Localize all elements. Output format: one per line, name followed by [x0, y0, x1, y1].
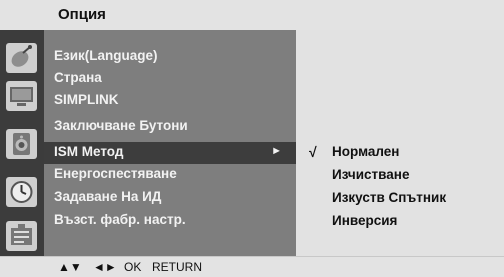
tv-osd-menu: Опция Език(Language) Страна SIMPLINK Зак…	[0, 0, 504, 277]
menu-item-label: Заключване Бутони	[54, 118, 188, 133]
ism-submenu: √ Нормален Изчистване Изкуств Спътник Ин…	[296, 30, 504, 256]
menu-item-ism-method[interactable]: ISM Метод ►	[44, 142, 296, 164]
menu-item-label: Възст. фабр. настр.	[54, 212, 186, 227]
leftright-arrows-icon: ◄►	[93, 260, 117, 274]
menu-item-label: Език(Language)	[54, 48, 158, 63]
option-label: Изчистване	[332, 167, 410, 182]
option-artificial-satellite[interactable]: Изкуств Спътник	[296, 188, 504, 210]
option-menu-list: Език(Language) Страна SIMPLINK Заключван…	[44, 30, 296, 256]
option-clearing[interactable]: Изчистване	[296, 165, 504, 187]
menu-item-label: SIMPLINK	[54, 92, 119, 107]
title-bar: Опция	[0, 0, 504, 31]
monitor-icon[interactable]	[5, 80, 38, 112]
category-icon-column	[0, 30, 44, 256]
option-label: Нормален	[332, 144, 400, 159]
option-normal[interactable]: √ Нормален	[296, 142, 504, 164]
menu-item-label: Задаване На ИД	[54, 189, 162, 204]
check-mark-icon: √	[309, 144, 317, 160]
return-hint: RETURN	[152, 260, 202, 274]
menu-item-label: ISM Метод	[54, 144, 124, 159]
menu-item-country[interactable]: Страна	[44, 68, 296, 90]
navigation-hint-bar: ▲▼ ◄► OK RETURN	[0, 256, 504, 277]
satellite-dish-icon[interactable]	[5, 42, 38, 74]
speaker-icon[interactable]	[5, 128, 38, 160]
menu-item-language[interactable]: Език(Language)	[44, 46, 296, 68]
menu-title: Опция	[58, 6, 106, 23]
updown-arrows-icon: ▲▼	[58, 260, 82, 274]
ok-hint: OK	[124, 260, 142, 274]
menu-item-simplink[interactable]: SIMPLINK	[44, 90, 296, 112]
option-icon[interactable]	[5, 220, 38, 252]
menu-item-label: Енергоспестяване	[54, 166, 177, 181]
option-inversion[interactable]: Инверсия	[296, 211, 504, 233]
menu-item-label: Страна	[54, 70, 102, 85]
option-label: Изкуств Спътник	[332, 190, 447, 205]
submenu-arrow-icon: ►	[271, 145, 282, 157]
option-label: Инверсия	[332, 213, 398, 228]
menu-item-set-id[interactable]: Задаване На ИД	[44, 187, 296, 209]
menu-item-power-saving[interactable]: Енергоспестяване	[44, 164, 296, 186]
menu-item-key-lock[interactable]: Заключване Бутони	[44, 116, 296, 138]
clock-icon[interactable]	[5, 176, 38, 208]
menu-item-factory-reset[interactable]: Възст. фабр. настр.	[44, 210, 296, 232]
